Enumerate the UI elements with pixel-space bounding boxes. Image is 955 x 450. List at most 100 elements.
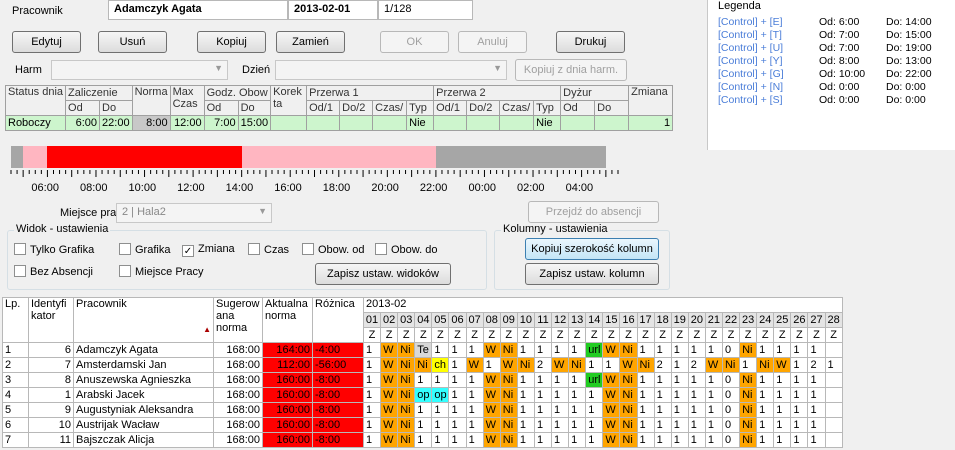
- val-p1-czas[interactable]: [372, 115, 408, 131]
- day-cell[interactable]: Ni: [619, 387, 638, 403]
- day-cell[interactable]: Ni: [499, 342, 518, 358]
- day-cell[interactable]: W: [380, 342, 399, 358]
- day-cell[interactable]: W: [482, 417, 501, 433]
- cancel-button[interactable]: Anuluj: [458, 31, 527, 53]
- val-dyz-od[interactable]: [560, 115, 596, 131]
- val-max-czas[interactable]: 12:00: [169, 115, 205, 131]
- day-cell[interactable]: url: [585, 342, 604, 358]
- edit-button[interactable]: Edytuj: [12, 31, 81, 53]
- day-cell[interactable]: 1: [448, 402, 467, 418]
- day-cell[interactable]: 1: [756, 432, 775, 448]
- day-cell[interactable]: 0: [721, 387, 741, 403]
- val-p1-do[interactable]: [339, 115, 374, 131]
- day-number[interactable]: 04: [414, 312, 433, 328]
- day-cell[interactable]: op: [414, 387, 433, 403]
- day-cell[interactable]: W: [773, 357, 792, 373]
- day-cell[interactable]: 1: [414, 432, 433, 448]
- day-cell[interactable]: 1: [516, 387, 535, 403]
- day-cell[interactable]: [824, 372, 843, 388]
- val-obow-od[interactable]: 7:00: [203, 115, 239, 131]
- day-cell[interactable]: 1: [585, 357, 604, 373]
- day-cell[interactable]: 1: [670, 432, 689, 448]
- day-cell[interactable]: 1: [551, 402, 570, 418]
- day-cell[interactable]: 1: [756, 387, 775, 403]
- day-number[interactable]: 02: [380, 312, 399, 328]
- day-cell[interactable]: 1: [790, 387, 809, 403]
- day-cell[interactable]: 1: [568, 417, 587, 433]
- copy-button[interactable]: Kopiuj: [197, 31, 266, 53]
- day-cell[interactable]: W: [465, 357, 484, 373]
- day-cell[interactable]: 1: [790, 372, 809, 388]
- day-number[interactable]: 28: [824, 312, 843, 328]
- day-number[interactable]: 11: [533, 312, 553, 328]
- day-cell[interactable]: Ni: [619, 342, 638, 358]
- day-cell[interactable]: 1: [465, 417, 484, 433]
- table-row[interactable]: 3 8 Anuszewska Agnieszka 168:00 160:00 -8:00 1…: [2, 372, 843, 388]
- day-cell[interactable]: 1: [568, 372, 587, 388]
- val-p2-typ[interactable]: Nie: [533, 115, 562, 131]
- day-cell[interactable]: W: [602, 417, 621, 433]
- val-p2-od[interactable]: [433, 115, 468, 131]
- day-number[interactable]: 23: [739, 312, 758, 328]
- day-cell[interactable]: Ni: [739, 342, 758, 358]
- day-cell[interactable]: 1: [653, 432, 672, 448]
- day-cell[interactable]: Ni: [619, 432, 638, 448]
- day-cell[interactable]: W: [482, 432, 501, 448]
- val-p2-do[interactable]: [466, 115, 501, 131]
- table-row[interactable]: 2 7 Amsterdamski Jan 168:00 112:00 -56:00 1 W Ni…: [2, 357, 843, 373]
- day-cell[interactable]: 2: [533, 357, 553, 373]
- day-cell[interactable]: [824, 417, 843, 433]
- day-cell[interactable]: 1: [448, 387, 467, 403]
- day-cell[interactable]: 1: [773, 417, 792, 433]
- day-cell[interactable]: 1: [516, 402, 535, 418]
- day-cell[interactable]: 1: [773, 372, 792, 388]
- day-number[interactable]: 01: [362, 312, 382, 328]
- day-cell[interactable]: [824, 387, 843, 403]
- day-number[interactable]: 09: [499, 312, 518, 328]
- day-cell[interactable]: 2: [653, 357, 672, 373]
- day-cell[interactable]: 0: [721, 372, 741, 388]
- save-views-button[interactable]: Zapisz ustaw. widoków: [315, 263, 451, 285]
- day-cell[interactable]: 1: [551, 432, 570, 448]
- day-cell[interactable]: Ni: [499, 387, 518, 403]
- day-number[interactable]: 16: [619, 312, 638, 328]
- day-cell[interactable]: W: [551, 357, 570, 373]
- copy-from-day-button[interactable]: Kopiuj z dnia harm.: [515, 59, 627, 81]
- day-cell[interactable]: 1: [414, 402, 433, 418]
- day-cell[interactable]: 1: [790, 417, 809, 433]
- day-cell[interactable]: Ni: [619, 402, 638, 418]
- day-cell[interactable]: 1: [824, 357, 843, 373]
- day-number[interactable]: 15: [602, 312, 621, 328]
- day-cell[interactable]: 1: [756, 372, 775, 388]
- day-cell[interactable]: 1: [704, 342, 723, 358]
- day-number[interactable]: 10: [516, 312, 535, 328]
- day-cell[interactable]: 1: [670, 357, 689, 373]
- col-header-suggested[interactable]: Sugerow ana norma: [213, 297, 263, 343]
- day-cell[interactable]: 1: [704, 432, 723, 448]
- day-cell[interactable]: 1: [362, 387, 382, 403]
- day-cell[interactable]: 1: [687, 402, 706, 418]
- table-row[interactable]: 4 1 Arabski Jacek 168:00 160:00 -8:00 1 W Ni op op…: [2, 387, 843, 403]
- day-cell[interactable]: Ni: [739, 417, 758, 433]
- day-cell[interactable]: Ni: [739, 372, 758, 388]
- table-row[interactable]: 6 10 Austrijak Wacław 168:00 160:00 -8:00 1 W Ni…: [2, 417, 843, 433]
- go-absence-button[interactable]: Przejdź do absencji: [528, 201, 659, 223]
- day-cell[interactable]: Ni: [619, 372, 638, 388]
- day-cell[interactable]: 1: [807, 372, 826, 388]
- day-cell[interactable]: Ni: [568, 357, 587, 373]
- day-cell[interactable]: 1: [790, 402, 809, 418]
- day-cell[interactable]: 1: [636, 342, 655, 358]
- day-cell[interactable]: 1: [448, 432, 467, 448]
- day-cell[interactable]: 1: [773, 342, 792, 358]
- day-cell[interactable]: 1: [362, 402, 382, 418]
- day-number[interactable]: 05: [431, 312, 450, 328]
- day-cell[interactable]: 1: [636, 432, 655, 448]
- day-cell[interactable]: 1: [687, 387, 706, 403]
- day-cell[interactable]: 1: [448, 372, 467, 388]
- day-cell[interactable]: W: [482, 372, 501, 388]
- day-cell[interactable]: 1: [807, 432, 826, 448]
- day-cell[interactable]: 1: [568, 432, 587, 448]
- day-cell[interactable]: W: [602, 342, 621, 358]
- day-number[interactable]: 19: [670, 312, 689, 328]
- day-cell[interactable]: 1: [568, 342, 587, 358]
